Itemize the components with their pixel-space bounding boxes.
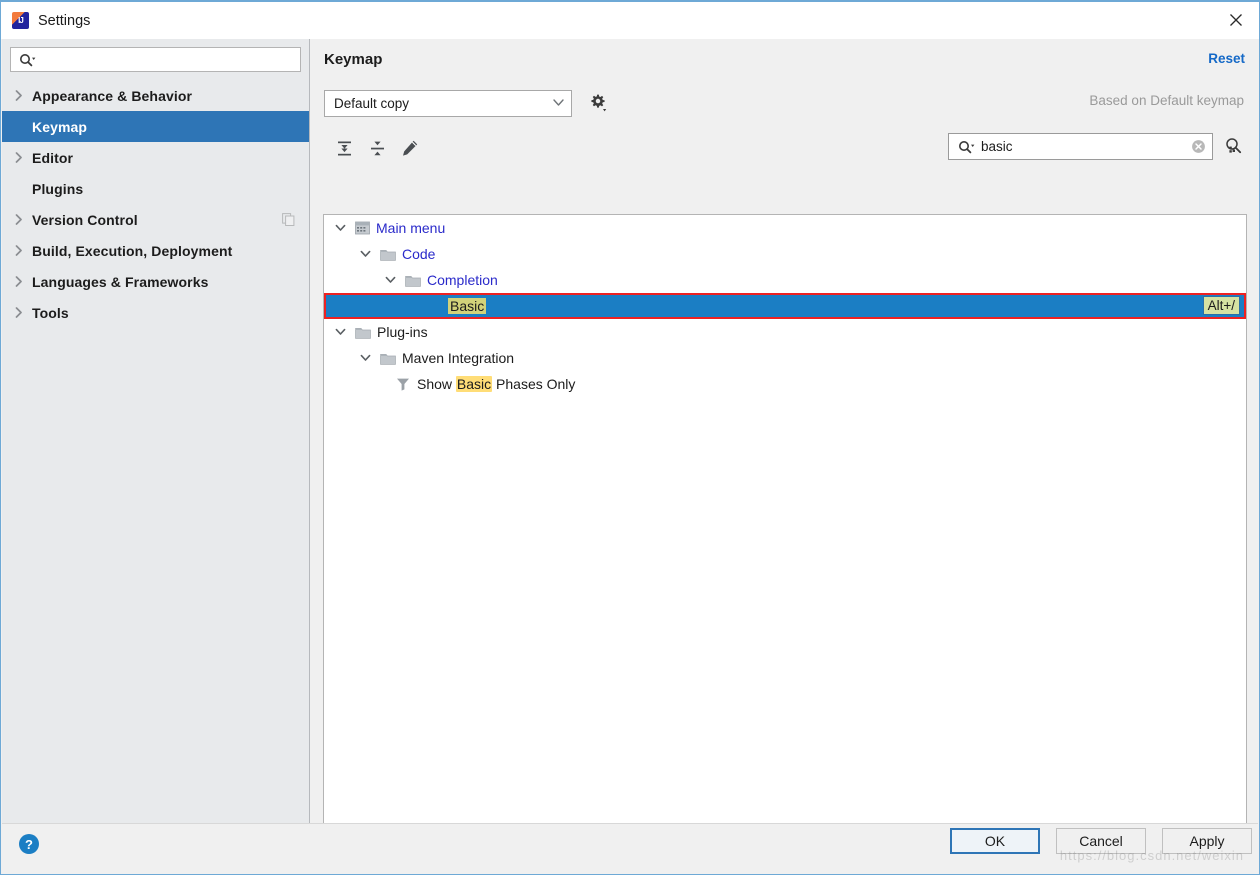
keymap-dropdown[interactable]: Default copy: [324, 89, 572, 117]
close-icon[interactable]: [1213, 2, 1259, 38]
sidebar-item-label: Editor: [32, 149, 74, 166]
title-bar: Settings: [1, 2, 1259, 39]
sidebar-item-label: Languages & Frameworks: [32, 273, 209, 290]
intellij-idea-icon: [12, 12, 29, 29]
keymap-dropdown-value: Default copy: [334, 95, 410, 111]
keymap-selector-row: Default copy Based on Default keymap: [311, 79, 1259, 127]
sidebar-item-version-control[interactable]: Version Control: [2, 204, 309, 235]
tree-row[interactable]: Maven Integration: [324, 345, 1246, 371]
sidebar-item-appearance-behavior[interactable]: Appearance & Behavior: [2, 80, 309, 111]
keymap-search-container: [948, 133, 1243, 160]
sidebar-item-label: Tools: [32, 304, 69, 321]
tree-row-label: Maven Integration: [402, 350, 515, 366]
chevron-right-icon[interactable]: [15, 152, 32, 163]
cancel-button[interactable]: Cancel: [1056, 828, 1146, 854]
tree-row-selected[interactable]: Basic Alt+/: [324, 293, 1246, 319]
help-icon[interactable]: ?: [19, 834, 39, 854]
sidebar-item-build-execution-deployment[interactable]: Build, Execution, Deployment: [2, 235, 309, 266]
sidebar-item-keymap[interactable]: Keymap: [2, 111, 309, 142]
ok-button[interactable]: OK: [950, 828, 1040, 854]
sidebar-item-languages-frameworks[interactable]: Languages & Frameworks: [2, 266, 309, 297]
tree-row[interactable]: Show Basic Phases Only: [324, 371, 1246, 397]
folder-icon: [355, 326, 371, 339]
sidebar-item-label: Plugins: [32, 180, 84, 197]
keymap-toolbar: [311, 127, 1259, 169]
sidebar-search-container: [2, 39, 309, 72]
sidebar-search-box[interactable]: [10, 47, 301, 72]
find-by-shortcut-icon[interactable]: [1224, 137, 1243, 156]
chevron-right-icon[interactable]: [15, 214, 32, 225]
page-title: Keymap: [324, 51, 383, 68]
chevron-right-icon[interactable]: [15, 90, 32, 101]
folder-icon: [380, 352, 396, 365]
edit-shortcut-icon[interactable]: [397, 135, 423, 161]
keymap-header: Keymap Reset: [311, 39, 1259, 79]
keymap-search-box[interactable]: [948, 133, 1213, 160]
chevron-down-icon[interactable]: [334, 326, 346, 338]
keymap-settings-panel: Keymap Reset Default copy Based on Defau…: [311, 39, 1259, 844]
keymap-search-input[interactable]: [981, 135, 1191, 158]
search-match-highlight: Basic: [455, 376, 493, 392]
chevron-right-icon[interactable]: [15, 276, 32, 287]
sidebar-item-plugins[interactable]: Plugins: [2, 173, 309, 204]
search-dropdown-icon[interactable]: [19, 53, 36, 67]
reset-link[interactable]: Reset: [1208, 51, 1245, 66]
dialog-footer: ? OK Cancel Apply https://blog.csdn.net/…: [2, 823, 1258, 873]
chevron-down-icon[interactable]: [334, 222, 346, 234]
tree-row[interactable]: Main menu: [324, 215, 1246, 241]
filter-icon: [396, 377, 410, 391]
search-dropdown-icon[interactable]: [958, 140, 975, 154]
based-on-label: Based on Default keymap: [1089, 93, 1244, 108]
sidebar-item-label: Keymap: [32, 118, 88, 135]
tree-row[interactable]: Code: [324, 241, 1246, 267]
expand-all-icon[interactable]: [331, 135, 357, 161]
folder-icon: [405, 274, 421, 287]
apply-button[interactable]: Apply: [1162, 828, 1252, 854]
sidebar-item-editor[interactable]: Editor: [2, 142, 309, 173]
tree-row-label: Show Basic Phases Only: [417, 376, 576, 392]
sidebar-item-tools[interactable]: Tools: [2, 297, 309, 328]
tree-row-label: Plug-ins: [377, 324, 428, 340]
chevron-down-icon[interactable]: [552, 94, 565, 112]
tree-row[interactable]: Plug-ins: [324, 319, 1246, 345]
copy-icon[interactable]: [282, 213, 295, 231]
keymap-actions-tree[interactable]: Main menu Code Completion Basic Alt+/ Pl…: [323, 214, 1247, 844]
gear-dropdown-icon[interactable]: [588, 93, 608, 113]
sidebar-item-label: Appearance & Behavior: [32, 87, 193, 104]
sidebar-item-label: Build, Execution, Deployment: [32, 242, 233, 259]
settings-sidebar: Appearance & Behavior Keymap Editor Plug…: [2, 39, 310, 825]
sidebar-search-input[interactable]: [41, 49, 300, 70]
chevron-down-icon[interactable]: [359, 352, 371, 364]
tree-row-label: Completion: [427, 272, 498, 288]
sidebar-item-list: Appearance & Behavior Keymap Editor Plug…: [2, 80, 309, 328]
tree-row-label: Basic: [448, 298, 487, 314]
folder-icon: [380, 248, 396, 261]
tree-row-label: Code: [402, 246, 436, 262]
chevron-down-icon[interactable]: [359, 248, 371, 260]
tree-row-label: Main menu: [376, 220, 446, 236]
collapse-all-icon[interactable]: [364, 135, 390, 161]
main-menu-icon: [355, 221, 370, 235]
chevron-right-icon[interactable]: [15, 245, 32, 256]
clear-circle-icon[interactable]: [1191, 139, 1206, 154]
chevron-right-icon[interactable]: [15, 307, 32, 318]
window-title: Settings: [38, 12, 91, 29]
sidebar-item-label: Version Control: [32, 211, 138, 228]
settings-dialog: Settings: [0, 0, 1260, 875]
chevron-down-icon[interactable]: [384, 274, 396, 286]
tree-row[interactable]: Completion: [324, 267, 1246, 293]
shortcut-badge: Alt+/: [1202, 296, 1240, 315]
